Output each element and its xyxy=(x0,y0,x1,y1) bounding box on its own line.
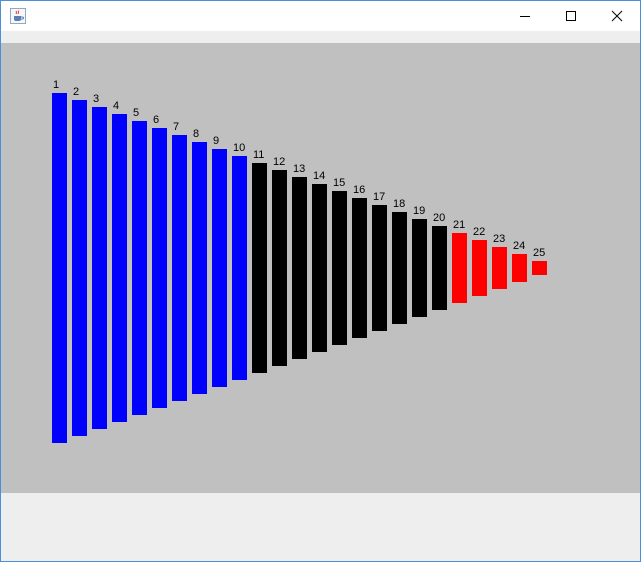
bar-label-14: 14 xyxy=(313,170,326,182)
java-cup-icon[interactable] xyxy=(10,8,26,24)
bar-canvas: 1 2 3 4 5 6 7 8 9 10 11 12 13 14 15 16 17 18 19 20 21 22 23 24 2… xyxy=(1,43,640,493)
bar-5 xyxy=(132,121,147,415)
application-window: 1 2 3 4 5 6 7 8 9 10 11 12 13 14 15 16 17 18 19 20 21 22 23 24 2… xyxy=(0,0,641,562)
bar-label-4: 4 xyxy=(113,100,120,112)
bar-label-25: 25 xyxy=(533,247,546,259)
bar-label-15: 15 xyxy=(333,177,346,189)
bar-label-21: 21 xyxy=(453,219,466,231)
bar-10 xyxy=(232,156,247,380)
bar-19 xyxy=(412,219,427,317)
bar-6 xyxy=(152,128,167,408)
bar-label-7: 7 xyxy=(173,121,180,133)
bar-label-18: 18 xyxy=(393,198,406,210)
bar-label-23: 23 xyxy=(493,233,506,245)
bar-label-13: 13 xyxy=(293,163,306,175)
maximize-button[interactable] xyxy=(548,1,594,31)
bar-label-1: 1 xyxy=(53,79,60,91)
bar-7 xyxy=(172,135,187,401)
bar-label-10: 10 xyxy=(233,142,246,154)
bar-12 xyxy=(272,170,287,366)
bar-24 xyxy=(512,254,527,282)
maximize-icon xyxy=(566,11,576,21)
bottom-panel xyxy=(1,493,640,561)
menu-strip xyxy=(1,31,640,43)
bar-14 xyxy=(312,184,327,352)
bar-label-17: 17 xyxy=(373,191,386,203)
minimize-icon xyxy=(520,16,530,17)
bar-label-24: 24 xyxy=(513,240,526,252)
bar-label-6: 6 xyxy=(153,114,160,126)
minimize-button[interactable] xyxy=(502,1,548,31)
bar-25 xyxy=(532,261,547,275)
bar-2 xyxy=(72,100,87,436)
bar-11 xyxy=(252,163,267,373)
bar-label-5: 5 xyxy=(133,107,140,119)
bar-23 xyxy=(492,247,507,289)
bar-label-11: 11 xyxy=(253,149,265,161)
bar-label-8: 8 xyxy=(193,128,200,140)
bar-18 xyxy=(392,212,407,324)
bar-1 xyxy=(52,93,67,443)
bar-4 xyxy=(112,114,127,422)
bar-label-19: 19 xyxy=(413,205,426,217)
bar-15 xyxy=(332,191,347,345)
bar-20 xyxy=(432,226,447,310)
bar-label-2: 2 xyxy=(73,86,80,98)
title-bar[interactable] xyxy=(1,1,640,31)
bar-9 xyxy=(212,149,227,387)
bar-16 xyxy=(352,198,367,338)
bar-22 xyxy=(472,240,487,296)
bar-3 xyxy=(92,107,107,429)
bar-17 xyxy=(372,205,387,331)
bar-label-3: 3 xyxy=(93,93,100,105)
bar-21 xyxy=(452,233,467,303)
bar-13 xyxy=(292,177,307,359)
bar-label-12: 12 xyxy=(273,156,286,168)
bar-8 xyxy=(192,142,207,394)
close-button[interactable] xyxy=(594,1,640,31)
bar-label-9: 9 xyxy=(213,135,220,147)
bar-label-20: 20 xyxy=(433,212,446,224)
bar-label-22: 22 xyxy=(473,226,486,238)
bar-label-16: 16 xyxy=(353,184,366,196)
close-icon xyxy=(611,10,623,22)
